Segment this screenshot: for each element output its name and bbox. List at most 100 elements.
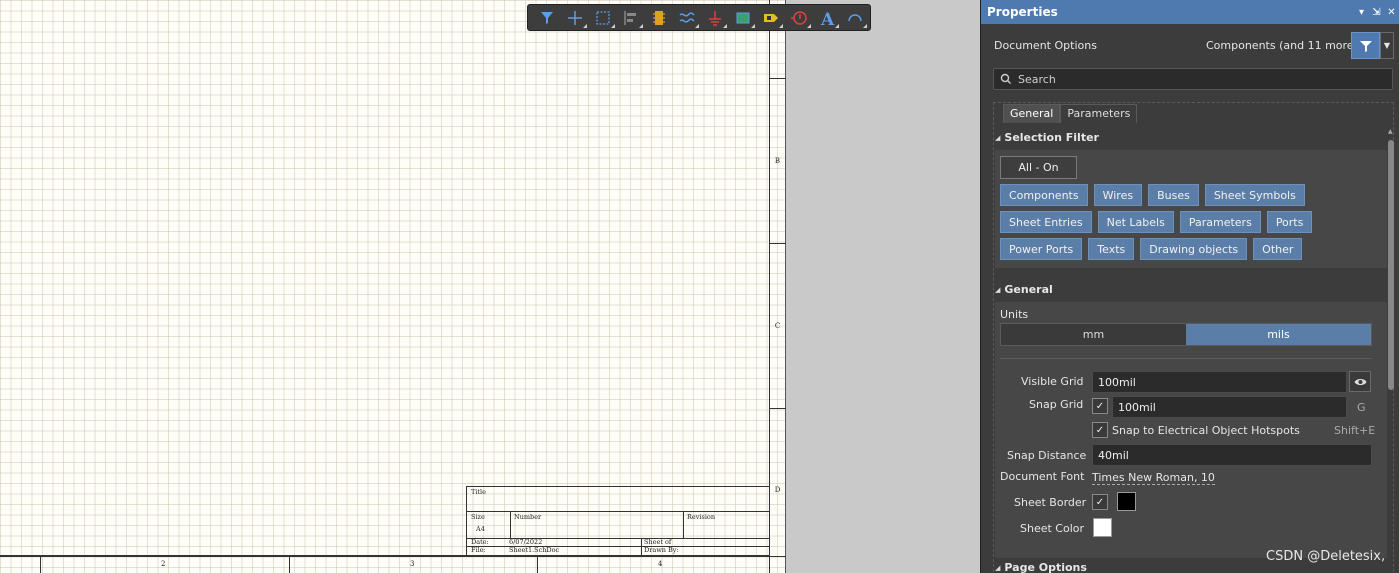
filter-chip-sheet-symbols[interactable]: Sheet Symbols xyxy=(1204,184,1305,206)
dropdown-corner-icon xyxy=(751,23,755,28)
object-filter-button[interactable] xyxy=(1351,32,1380,59)
filter-tool-button[interactable] xyxy=(534,7,560,29)
place-text-button[interactable]: A xyxy=(814,7,840,29)
components-filter-summary[interactable]: Components (and 11 more) xyxy=(1206,39,1358,52)
panel-close-icon[interactable]: ✕ xyxy=(1384,7,1399,18)
tb-number-label: Number xyxy=(514,513,542,521)
tab-parameters[interactable]: Parameters xyxy=(1060,104,1138,123)
zone-row xyxy=(0,556,786,573)
filter-dropdown-button[interactable]: ▼ xyxy=(1380,32,1394,59)
sheet-border-label: Sheet Border xyxy=(1014,496,1087,509)
selection-filter-header[interactable]: ◢ Selection Filter xyxy=(995,128,1387,147)
panel-pin-icon[interactable]: ⇲ xyxy=(1369,7,1384,18)
filter-chip-wires[interactable]: Wires xyxy=(1093,184,1143,206)
visible-grid-input[interactable]: 100mil xyxy=(1092,371,1347,393)
all-on-button[interactable]: All - On xyxy=(1000,156,1077,179)
place-drawing-button[interactable] xyxy=(842,7,868,29)
snap-grid-input[interactable]: 100mil xyxy=(1112,396,1347,418)
zone-divider xyxy=(769,243,786,244)
checkmark-icon: ✓ xyxy=(1095,400,1105,412)
component-icon xyxy=(653,10,665,25)
filter-chip-ports[interactable]: Ports xyxy=(1266,211,1313,233)
bus-icon xyxy=(679,11,695,23)
panel-scrollbar[interactable]: ▲ xyxy=(1388,128,1394,568)
panel-header: Properties ▾ ⇲ ✕ xyxy=(981,0,1399,24)
snap-distance-label: Snap Distance xyxy=(1007,449,1087,462)
svg-text:A: A xyxy=(820,10,835,27)
filter-icon xyxy=(541,11,553,24)
visible-grid-label: Visible Grid xyxy=(1021,375,1084,388)
document-options-label: Document Options xyxy=(994,39,1097,52)
filter-icon xyxy=(1359,40,1372,52)
select-rect-icon xyxy=(596,10,610,25)
place-part-button[interactable] xyxy=(646,7,672,29)
watermark: CSDN @Deletesix, xyxy=(1266,549,1386,564)
dropdown-corner-icon xyxy=(807,23,811,28)
general-section-header[interactable]: ◢ General xyxy=(995,280,1387,299)
zone-divider xyxy=(769,78,786,79)
panel-title: Properties xyxy=(987,5,1058,19)
schematic-canvas[interactable]: B C D 2 3 4 Title Size A4 Number Revisio… xyxy=(0,0,788,573)
search-icon xyxy=(1000,73,1011,84)
grid-visibility-toggle[interactable] xyxy=(1349,371,1371,392)
dropdown-corner-icon xyxy=(639,23,643,28)
document-options-row: Document Options Components (and 11 more… xyxy=(981,32,1399,60)
filter-chip-power-ports[interactable]: Power Ports xyxy=(1000,238,1083,260)
unit-option-mm[interactable]: mm xyxy=(1001,324,1186,345)
dropdown-corner-icon xyxy=(835,23,839,28)
filter-chip-net-labels[interactable]: Net Labels xyxy=(1097,211,1174,233)
place-power-button[interactable] xyxy=(702,7,728,29)
properties-tabs: General Parameters xyxy=(1003,104,1138,123)
page-options-title: Page Options xyxy=(1004,561,1087,573)
sheet-color-swatch[interactable] xyxy=(1093,518,1112,537)
place-wire-button[interactable] xyxy=(674,7,700,29)
tb-file-label: File: xyxy=(471,546,486,554)
align-tool-button[interactable] xyxy=(618,7,644,29)
sheet-border-color-swatch[interactable] xyxy=(1117,492,1136,511)
scroll-up-icon[interactable]: ▲ xyxy=(1388,128,1393,135)
sheet-border-checkbox[interactable]: ✓ xyxy=(1092,494,1108,510)
place-directive-button[interactable] xyxy=(786,7,812,29)
snap-grid-shortcut: G xyxy=(1357,401,1366,414)
filter-chip-texts[interactable]: Texts xyxy=(1088,238,1135,260)
filter-chip-drawing-objects[interactable]: Drawing objects xyxy=(1140,238,1248,260)
scrollbar-thumb[interactable] xyxy=(1388,140,1394,390)
sheet-color-label: Sheet Color xyxy=(1020,522,1085,535)
place-harness-button[interactable] xyxy=(730,7,756,29)
filter-chip-parameters[interactable]: Parameters xyxy=(1179,211,1261,233)
filter-chip-components[interactable]: Components xyxy=(1000,184,1088,206)
tb-vline xyxy=(641,538,642,555)
zone-number-3: 3 xyxy=(410,560,415,568)
tb-sheet-label: Sheet of xyxy=(644,538,672,546)
search-input[interactable]: Search xyxy=(993,68,1393,90)
snap-grid-checkbox[interactable]: ✓ xyxy=(1092,398,1108,414)
selection-filter-title: Selection Filter xyxy=(1004,131,1099,144)
document-font-label: Document Font xyxy=(1000,470,1085,483)
snap-distance-input[interactable]: 40mil xyxy=(1092,444,1372,466)
place-port-button[interactable] xyxy=(758,7,784,29)
move-tool-button[interactable] xyxy=(562,7,588,29)
panel-menu-icon[interactable]: ▾ xyxy=(1354,7,1369,18)
dropdown-corner-icon xyxy=(723,23,727,28)
ground-icon xyxy=(709,10,721,26)
filter-chip-buses[interactable]: Buses xyxy=(1148,184,1199,206)
filter-chip-sheet-entries[interactable]: Sheet Entries xyxy=(1000,211,1092,233)
tb-title-label: Title xyxy=(471,488,486,496)
tab-general[interactable]: General xyxy=(1003,104,1061,123)
document-font-link[interactable]: Times New Roman, 10 xyxy=(1092,471,1215,485)
tb-revision-label: Revision xyxy=(687,513,716,521)
zone-column xyxy=(769,0,786,557)
filter-chip-other[interactable]: Other xyxy=(1253,238,1303,260)
tb-date-label: Date: xyxy=(471,538,489,546)
select-tool-button[interactable] xyxy=(590,7,616,29)
units-toggle: mm mils xyxy=(1000,323,1372,346)
units-label: Units xyxy=(1000,308,1029,321)
dropdown-corner-icon xyxy=(583,23,587,28)
unit-option-mils[interactable]: mils xyxy=(1186,324,1371,345)
snap-hotspots-checkbox[interactable]: ✓ xyxy=(1092,422,1108,438)
schematic-sheet[interactable]: B C D 2 3 4 Title Size A4 Number Revisio… xyxy=(0,0,786,573)
tb-drawn-by-label: Drawn By: xyxy=(644,546,679,554)
sheet-border xyxy=(0,0,770,556)
cross-icon xyxy=(568,10,582,25)
title-block: Title Size A4 Number Revision Date: 6/07… xyxy=(466,486,770,556)
